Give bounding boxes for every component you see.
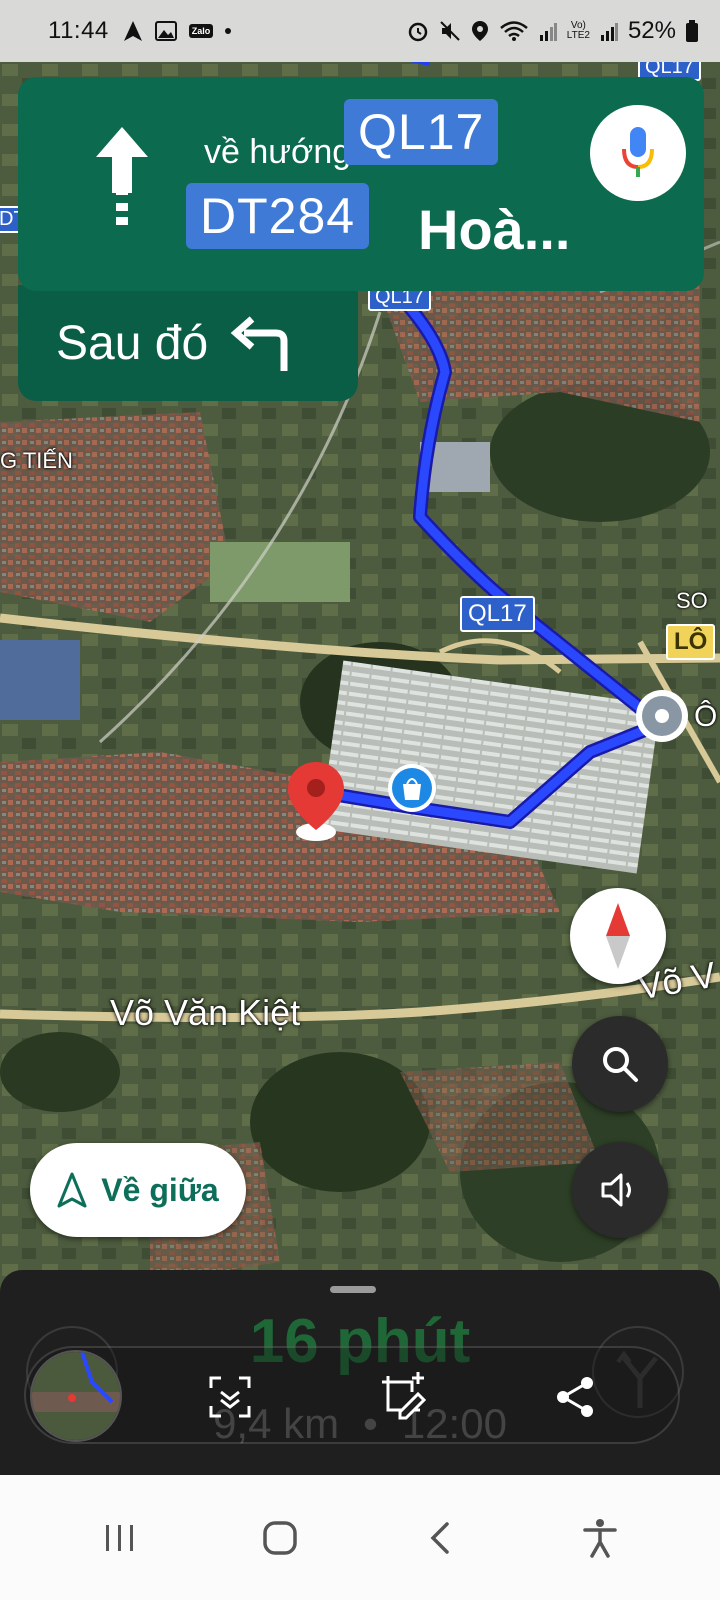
then-label: Sau đó <box>56 316 209 370</box>
volume-icon <box>601 1173 631 1207</box>
location-icon <box>471 21 488 41</box>
system-navigation-bar <box>0 1475 720 1600</box>
screenshot-preview-image <box>32 1352 120 1440</box>
zalo-icon: Zalo <box>188 24 214 38</box>
signal-icon <box>539 23 557 41</box>
status-bar: 11:44 Zalo Vo) LTE2 52% <box>0 0 720 62</box>
recent-apps-icon <box>106 1524 133 1551</box>
share-icon <box>557 1377 593 1417</box>
lte-indicator: Vo) LTE2 <box>566 20 590 41</box>
toward-label: về hướng <box>204 133 352 171</box>
status-time: 11:44 <box>48 17 109 44</box>
edit-screenshot-button[interactable] <box>378 1372 428 1422</box>
scroll-capture-button[interactable] <box>205 1372 255 1422</box>
recent-apps-button[interactable] <box>90 1508 150 1568</box>
microphone-icon <box>622 127 654 177</box>
turn-left-icon <box>230 316 288 371</box>
navigation-arrow-icon <box>57 1172 87 1208</box>
navigation-instruction-card[interactable]: về hướng QL17 DT284 Hoà... <box>18 77 704 291</box>
back-button[interactable] <box>410 1508 470 1568</box>
route-shield-ql17: QL17 <box>344 99 499 165</box>
next-turn-card[interactable]: Sau đó <box>18 285 358 401</box>
alarm-icon <box>408 22 428 42</box>
crop-edit-icon <box>382 1372 427 1420</box>
place-label-o: Ô <box>694 700 718 733</box>
accessibility-button[interactable] <box>570 1508 630 1568</box>
gallery-icon <box>154 21 177 41</box>
mute-icon <box>440 21 460 41</box>
sheet-drag-handle[interactable] <box>330 1286 376 1293</box>
share-button[interactable] <box>550 1372 600 1422</box>
home-icon <box>263 1520 297 1555</box>
navigation-icon <box>123 21 142 41</box>
route-shield-dt284: DT284 <box>186 183 370 249</box>
search-icon <box>603 1047 638 1082</box>
place-label-so: SO <box>676 588 708 613</box>
sound-button[interactable] <box>572 1142 668 1238</box>
battery-icon <box>686 20 698 42</box>
destination-name: Hoà... <box>418 198 571 261</box>
route-shield-ql17-mid: QL17 <box>460 596 535 632</box>
straight-arrow-icon <box>96 127 148 225</box>
accessibility-icon <box>583 1518 617 1558</box>
wifi-icon <box>499 21 528 41</box>
street-label-vo-van-kiet: Võ Văn Kiệt <box>110 992 301 1033</box>
home-button[interactable] <box>250 1508 310 1568</box>
search-button[interactable] <box>572 1016 668 1112</box>
signal-icon-2 <box>600 23 618 41</box>
screenshot-thumbnail[interactable] <box>30 1350 122 1442</box>
dot-icon <box>225 28 232 34</box>
voice-search-button[interactable] <box>590 105 686 201</box>
recenter-button[interactable]: Về giữa <box>30 1143 246 1237</box>
compass-icon <box>606 903 630 969</box>
place-label-tien: G TIẾN <box>0 448 73 473</box>
scroll-capture-icon <box>209 1376 251 1418</box>
road-shield-lo: LÔ <box>666 624 716 660</box>
recenter-label: Về giữa <box>101 1171 219 1208</box>
compass-button[interactable] <box>570 888 666 984</box>
battery-percentage: 52% <box>627 17 676 44</box>
back-icon <box>430 1521 449 1554</box>
